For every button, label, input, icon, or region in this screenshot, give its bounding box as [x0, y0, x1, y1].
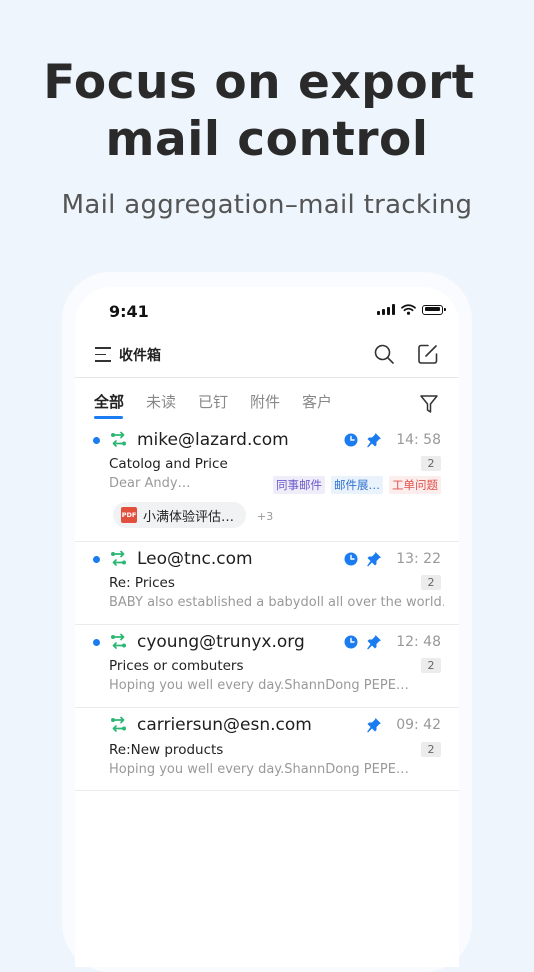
unread-dot [93, 639, 100, 646]
mail-preview: BABY also established a babydoll all ove… [109, 595, 444, 610]
signal-icon [377, 304, 395, 315]
mail-tag[interactable]: 工单问题 [389, 476, 441, 494]
hero-subtitle: Mail aggregation–mail tracking [61, 190, 473, 220]
clock-icon [344, 635, 358, 649]
filter-icon[interactable] [419, 393, 439, 415]
mail-time: 14: 58 [396, 432, 441, 448]
attachment-name: 小满体验评估… [143, 509, 235, 525]
thread-count-badge: 2 [421, 456, 441, 471]
tab-pinned[interactable]: 已钉 [198, 391, 228, 412]
pin-icon[interactable] [366, 551, 382, 567]
mail-tracking-icon [111, 716, 126, 732]
pdf-file-icon: PDF [121, 507, 137, 523]
tab-customers[interactable]: 客户 [302, 391, 332, 412]
mail-item[interactable]: carriersun@esn.com 09: 42 Re:New product… [75, 708, 459, 791]
mail-tracking-icon [111, 633, 126, 649]
inbox-title: 收件箱 [119, 348, 161, 364]
search-icon[interactable] [373, 343, 395, 365]
mail-sender: cyoung@trunyx.org [137, 632, 305, 652]
hero-title-line2: mail control [105, 112, 429, 167]
wifi-icon [401, 304, 416, 315]
mail-time: 09: 42 [396, 717, 441, 733]
mail-sender: carriersun@esn.com [137, 715, 312, 735]
unread-dot [93, 437, 100, 444]
status-time: 9:41 [109, 302, 149, 321]
unread-dot [93, 556, 100, 563]
tab-unread[interactable]: 未读 [146, 391, 176, 412]
mail-meta: 12: 48 [344, 634, 441, 650]
tab-attachments[interactable]: 附件 [250, 391, 280, 412]
mail-sender: Leo@tnc.com [137, 549, 253, 569]
mail-subject: Re: Prices [109, 575, 175, 591]
pin-icon[interactable] [366, 717, 382, 733]
mail-subject: Prices or combuters [109, 658, 244, 674]
mail-tracking-icon [111, 431, 126, 447]
mail-preview: Hoping you well every day.ShannDong PEPE… [109, 678, 409, 693]
mail-time: 13: 22 [396, 551, 441, 567]
mail-item[interactable]: Leo@tnc.com 13: 22 Re: Prices 2 BABY als… [75, 542, 459, 625]
mail-tag[interactable]: 邮件展… [331, 476, 383, 494]
pin-icon[interactable] [366, 634, 382, 650]
mail-tracking-icon [111, 550, 126, 566]
hero-title: Focus on export mail control [0, 54, 534, 168]
mail-preview: Hoping you well every day.ShannDong PEPE… [109, 762, 409, 777]
hero-title-line1: Focus on export [43, 55, 475, 110]
tab-bar: 全部 未读 已钉 附件 客户 [75, 378, 459, 420]
status-bar: 9:41 [75, 287, 459, 335]
status-icons [377, 304, 446, 315]
app-header: 收件箱 [75, 335, 459, 378]
mail-tag[interactable]: 同事邮件 [273, 476, 325, 494]
attachment-more-count[interactable]: +3 [257, 510, 273, 523]
mail-meta: 14: 58 [344, 432, 441, 448]
thread-count-badge: 2 [421, 575, 441, 590]
mail-preview: Dear Andy… [109, 476, 191, 491]
attachment-chip[interactable]: PDF 小满体验评估… [113, 502, 247, 528]
tab-all[interactable]: 全部 [94, 391, 124, 412]
clock-icon [344, 552, 358, 566]
thread-count-badge: 2 [421, 742, 441, 757]
mail-item[interactable]: cyoung@trunyx.org 12: 48 Prices or combu… [75, 625, 459, 708]
mail-list: mike@lazard.com 14: 58 Catolog and Price… [75, 423, 459, 791]
mail-tags: 同事邮件 邮件展… 工单问题 [273, 476, 441, 494]
mail-subject: Catolog and Price [109, 456, 228, 472]
mail-subject: Re:New products [109, 742, 224, 758]
mail-meta: 09: 42 [366, 717, 441, 733]
phone-screen: 9:41 收件箱 全部 未读 已钉 附件 客户 mike@lazard.com … [75, 287, 459, 967]
menu-icon[interactable] [95, 347, 111, 362]
active-tab-indicator [94, 416, 123, 419]
mail-item[interactable]: mike@lazard.com 14: 58 Catolog and Price… [75, 423, 459, 542]
mail-sender: mike@lazard.com [137, 430, 289, 450]
battery-icon [422, 304, 446, 315]
compose-icon[interactable] [417, 343, 439, 365]
thread-count-badge: 2 [421, 658, 441, 673]
clock-icon [344, 433, 358, 447]
mail-meta: 13: 22 [344, 551, 441, 567]
mail-time: 12: 48 [396, 634, 441, 650]
pin-icon[interactable] [366, 432, 382, 448]
